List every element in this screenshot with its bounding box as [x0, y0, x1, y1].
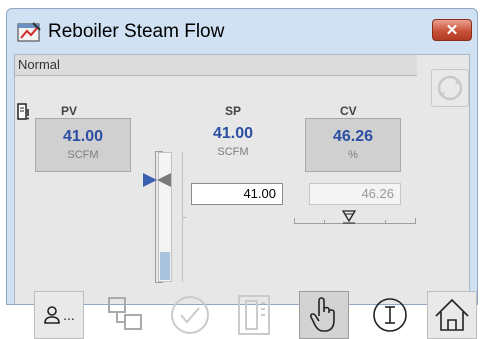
title-bar[interactable]: Reboiler Steam Flow ✕ — [7, 9, 477, 51]
cv-scale-right-tick — [415, 218, 416, 224]
acknowledge-button[interactable] — [165, 291, 215, 339]
status-bar: Normal — [15, 55, 417, 76]
pv-display: 41.00 SCFM — [35, 118, 131, 172]
sp-label: SP — [225, 104, 242, 118]
close-button[interactable]: ✕ — [432, 19, 472, 41]
operator-button[interactable]: ... — [34, 291, 84, 339]
pv-bar-fill — [160, 251, 170, 280]
bar-scale-bottom-tick — [155, 282, 163, 283]
app-icon — [17, 22, 41, 42]
sp-value: 41.00 — [212, 125, 254, 142]
cv-entry-field: 46.26 — [309, 183, 401, 205]
person-icon — [44, 306, 60, 324]
cv-scale-tick — [385, 220, 386, 224]
check-icon — [171, 296, 209, 334]
sp-unit: SCFM — [217, 146, 249, 158]
window-title: Reboiler Steam Flow — [48, 21, 225, 42]
bar-scale-mid-tick — [182, 217, 187, 218]
cv-display: 46.26 % — [305, 118, 401, 172]
cv-indicator-icon — [342, 210, 356, 224]
info-button[interactable] — [365, 291, 415, 339]
cv-label: CV — [340, 104, 357, 118]
cv-scale-tick — [324, 220, 325, 224]
faceplate-panel: Normal PV 41.00 SCFM SP 41.00 SCFM 41.00… — [15, 55, 477, 339]
manual-mode-button[interactable] — [299, 291, 349, 339]
hand-icon — [309, 297, 335, 332]
trend-link-button[interactable] — [101, 291, 151, 339]
trend-link-icon — [108, 297, 142, 330]
meter-icon — [17, 103, 29, 120]
faceplate-doc-button[interactable] — [229, 291, 279, 339]
refresh-icon — [437, 75, 463, 101]
faceplate-doc-icon — [238, 295, 270, 335]
mode-status: Normal — [18, 57, 60, 72]
sp-entry-field[interactable]: 41.00 — [191, 183, 283, 205]
close-icon: ✕ — [445, 22, 459, 39]
pv-value: 41.00 — [62, 128, 104, 145]
home-button[interactable] — [427, 291, 477, 339]
pv-unit: SCFM — [67, 149, 99, 161]
cv-scale-left-tick — [294, 218, 295, 224]
pv-label: PV — [61, 104, 78, 118]
cv-unit: % — [348, 149, 358, 161]
refresh-button[interactable] — [431, 69, 469, 107]
client-area: Normal PV 41.00 SCFM SP 41.00 SCFM 41.00… — [14, 54, 477, 339]
faceplate-window: Reboiler Steam Flow ✕ Normal PV 41.00 SC… — [6, 8, 478, 339]
info-icon — [373, 298, 407, 332]
cv-value: 46.26 — [332, 128, 374, 145]
setpoint-indicator-icon — [143, 173, 171, 187]
home-icon — [435, 298, 469, 331]
operator-ellipsis: ... — [63, 307, 75, 323]
